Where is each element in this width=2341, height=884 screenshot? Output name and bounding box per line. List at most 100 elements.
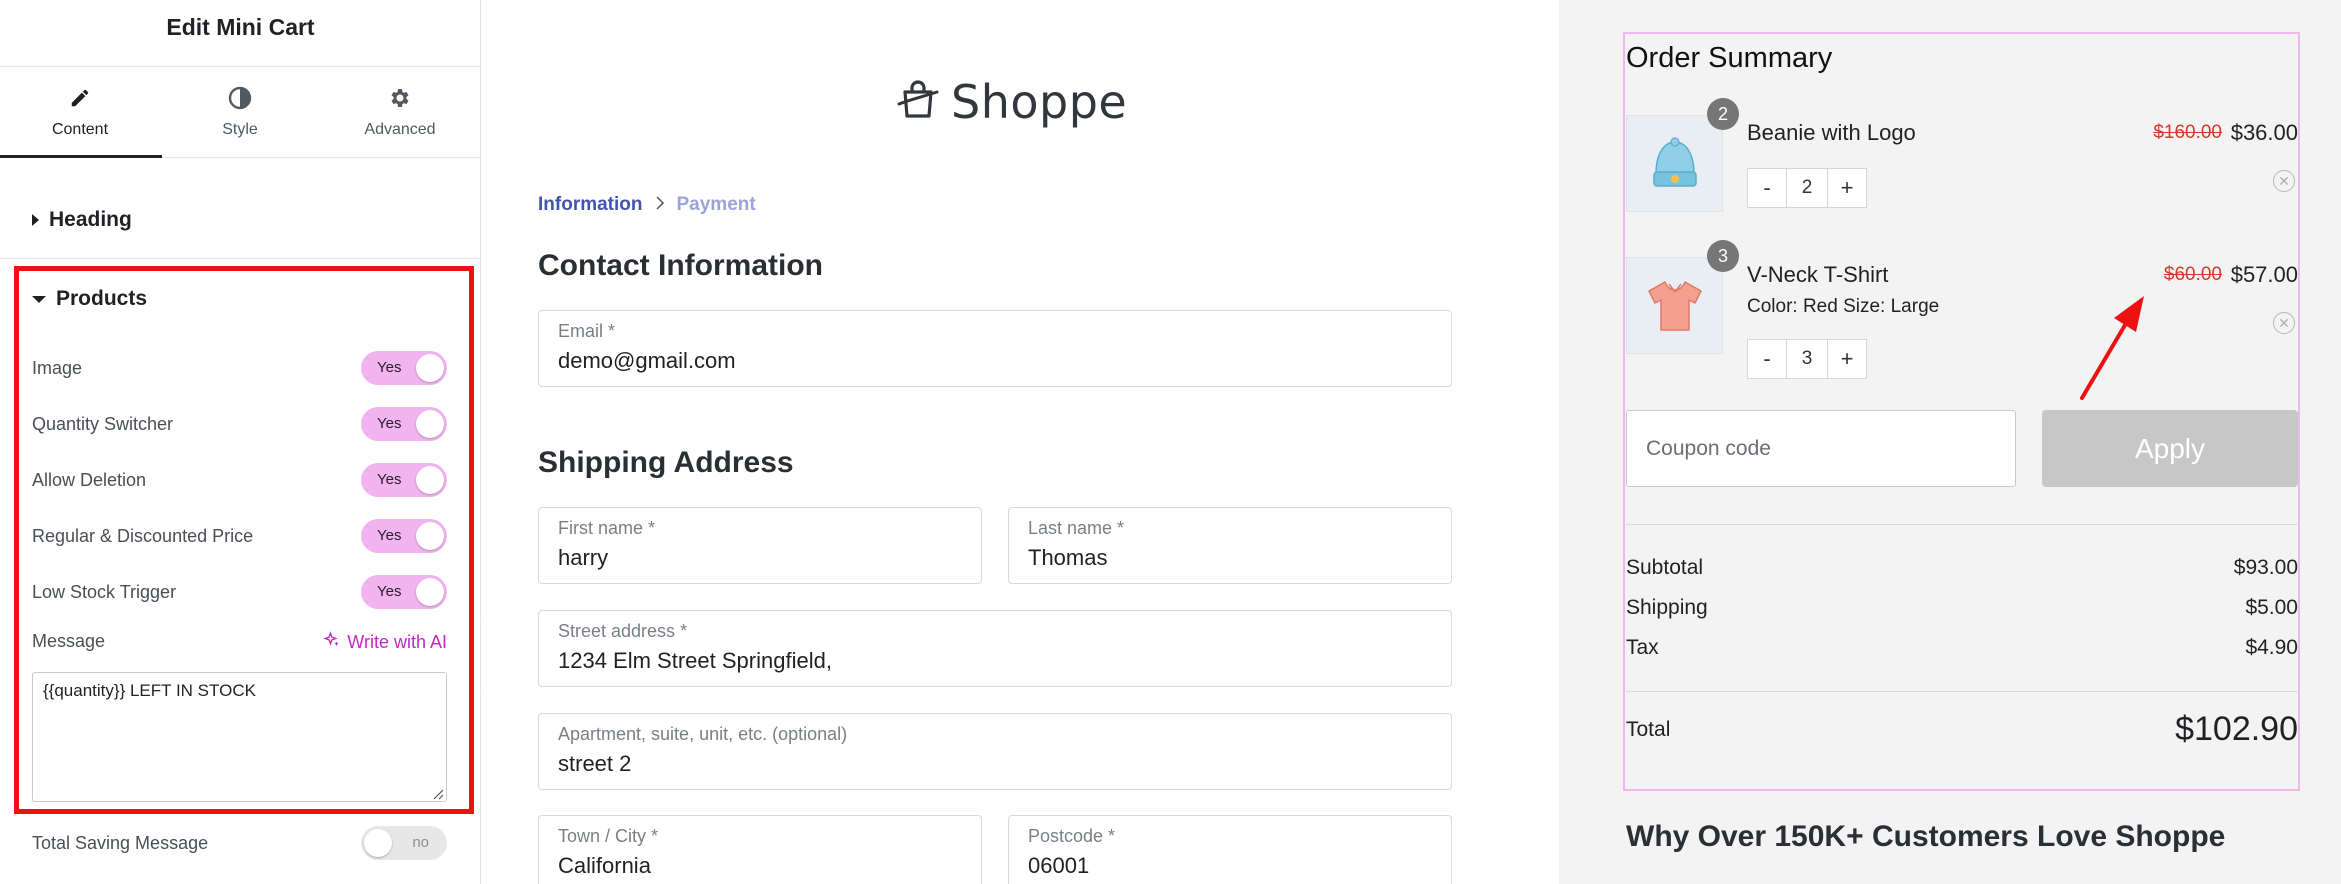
field-value: harry: [558, 545, 609, 570]
shipping-row: Shipping $5.00: [1626, 596, 2298, 620]
product-name: V-Neck T-Shirt: [1747, 262, 1889, 287]
toggle-knob: [416, 578, 444, 606]
price-toggle[interactable]: Yes: [361, 519, 447, 553]
remove-item-button[interactable]: ✕: [2273, 170, 2295, 192]
breadcrumb-information[interactable]: Information: [538, 194, 643, 216]
apply-coupon-button[interactable]: Apply: [2042, 410, 2298, 487]
shopping-bag-icon: [893, 74, 943, 129]
discounted-price: $36.00: [2230, 120, 2298, 145]
summary-divider: [1626, 691, 2298, 692]
gear-icon: [387, 85, 413, 111]
control-low-stock-trigger: Low Stock Trigger Yes: [32, 574, 447, 610]
total-label: Total: [1626, 717, 1671, 741]
toggle-text: no: [412, 834, 429, 851]
quantity-badge: 2: [1707, 98, 1739, 130]
field-value: 06001: [1028, 853, 1090, 878]
product-image-tshirt[interactable]: [1626, 257, 1723, 354]
qty-value[interactable]: 2: [1787, 168, 1827, 208]
quantity-stepper: - 3 +: [1747, 339, 1867, 379]
coupon-input[interactable]: Coupon code: [1626, 410, 2016, 487]
low-stock-toggle[interactable]: Yes: [361, 575, 447, 609]
field-value: 1234 Elm Street Springfield,: [558, 648, 832, 673]
toggle-text: Yes: [377, 527, 402, 544]
resize-grip-icon[interactable]: [432, 787, 444, 800]
annotation-arrow-icon: [2080, 296, 2144, 400]
control-image: Image Yes: [32, 350, 447, 386]
product-image-beanie[interactable]: [1626, 115, 1723, 212]
promo-heading: Why Over 150K+ Customers Love Shoppe: [1626, 820, 2226, 853]
control-allow-deletion: Allow Deletion Yes: [32, 462, 447, 498]
section-products[interactable]: Products: [32, 287, 147, 311]
close-icon: ✕: [2278, 172, 2290, 189]
remove-item-button[interactable]: ✕: [2273, 312, 2295, 334]
qty-decrease-button[interactable]: -: [1747, 168, 1787, 208]
email-field[interactable]: Email * demo@gmail.com: [538, 310, 1452, 387]
shipping-label: Shipping: [1626, 596, 1708, 619]
qty-increase-button[interactable]: +: [1827, 168, 1867, 208]
control-label: Image: [32, 357, 83, 378]
breadcrumb-payment[interactable]: Payment: [677, 194, 756, 216]
field-value: Thomas: [1028, 545, 1108, 570]
caret-right-icon: [32, 214, 39, 226]
tax-label: Tax: [1626, 636, 1659, 659]
regular-price: $160.00: [2153, 122, 2222, 143]
close-icon: ✕: [2278, 314, 2290, 331]
message-textarea[interactable]: {{quantity}} LEFT IN STOCK: [32, 672, 447, 802]
field-label: Last name *: [1028, 518, 1125, 538]
summary-divider: [1626, 524, 2298, 525]
toggle-knob: [416, 354, 444, 382]
tab-style-label: Style: [222, 121, 258, 138]
chevron-right-icon: [655, 194, 665, 216]
postcode-field[interactable]: Postcode * 06001: [1008, 815, 1452, 884]
section-heading[interactable]: Heading: [32, 208, 132, 232]
subtotal-row: Subtotal $93.00: [1626, 556, 2298, 580]
image-toggle[interactable]: Yes: [361, 351, 447, 385]
section-divider: [0, 258, 481, 259]
pencil-icon: [67, 85, 93, 111]
field-value: street 2: [558, 751, 632, 776]
contact-heading: Contact Information: [538, 249, 823, 282]
field-label: Postcode *: [1028, 826, 1116, 846]
city-field[interactable]: Town / City * California: [538, 815, 982, 884]
total-value: $102.90: [2175, 710, 2298, 748]
tax-value: $4.90: [2245, 636, 2298, 659]
field-label: Email *: [558, 321, 616, 341]
toggle-text: Yes: [377, 359, 402, 376]
toggle-text: Yes: [377, 471, 402, 488]
editor-panel: Edit Mini Cart Content Style Advanced He…: [0, 0, 481, 884]
field-value: California: [558, 853, 651, 878]
write-with-ai-label: Write with AI: [347, 632, 447, 652]
quantity-switcher-toggle[interactable]: Yes: [361, 407, 447, 441]
control-label: Low Stock Trigger: [32, 581, 177, 602]
product-variation: Color: Red Size: Large: [1747, 296, 1940, 317]
write-with-ai-link[interactable]: Write with AI: [323, 631, 447, 654]
allow-deletion-toggle[interactable]: Yes: [361, 463, 447, 497]
field-label: Street address *: [558, 621, 688, 641]
street-address-field[interactable]: Street address * 1234 Elm Street Springf…: [538, 610, 1452, 687]
tab-advanced[interactable]: Advanced: [320, 67, 480, 157]
panel-title: Edit Mini Cart: [166, 14, 315, 40]
toggle-text: Yes: [377, 415, 402, 432]
shoppe-logo[interactable]: Shoppe: [893, 74, 1127, 129]
total-row: Total $102.90: [1626, 710, 2298, 749]
control-label: Regular & Discounted Price: [32, 525, 254, 546]
message-label: Message: [32, 631, 106, 651]
qty-increase-button[interactable]: +: [1827, 339, 1867, 379]
tab-style[interactable]: Style: [160, 67, 320, 157]
tab-content[interactable]: Content: [0, 67, 162, 158]
qty-decrease-button[interactable]: -: [1747, 339, 1787, 379]
logo-text: Shoppe: [951, 74, 1128, 129]
section-heading-label: Heading: [49, 208, 132, 231]
regular-price: $60.00: [2163, 264, 2222, 285]
tab-content-label: Content: [51, 121, 109, 138]
apartment-field[interactable]: Apartment, suite, unit, etc. (optional) …: [538, 713, 1452, 790]
qty-value[interactable]: 3: [1787, 339, 1827, 379]
control-label: Total Saving Message: [32, 832, 209, 853]
toggle-knob: [364, 829, 392, 857]
contrast-icon: [227, 85, 253, 111]
tab-advanced-label: Advanced: [364, 121, 436, 138]
last-name-field[interactable]: Last name * Thomas: [1008, 507, 1452, 584]
total-saving-toggle[interactable]: no: [361, 826, 447, 860]
first-name-field[interactable]: First name * harry: [538, 507, 982, 584]
control-label: Allow Deletion: [32, 469, 147, 490]
